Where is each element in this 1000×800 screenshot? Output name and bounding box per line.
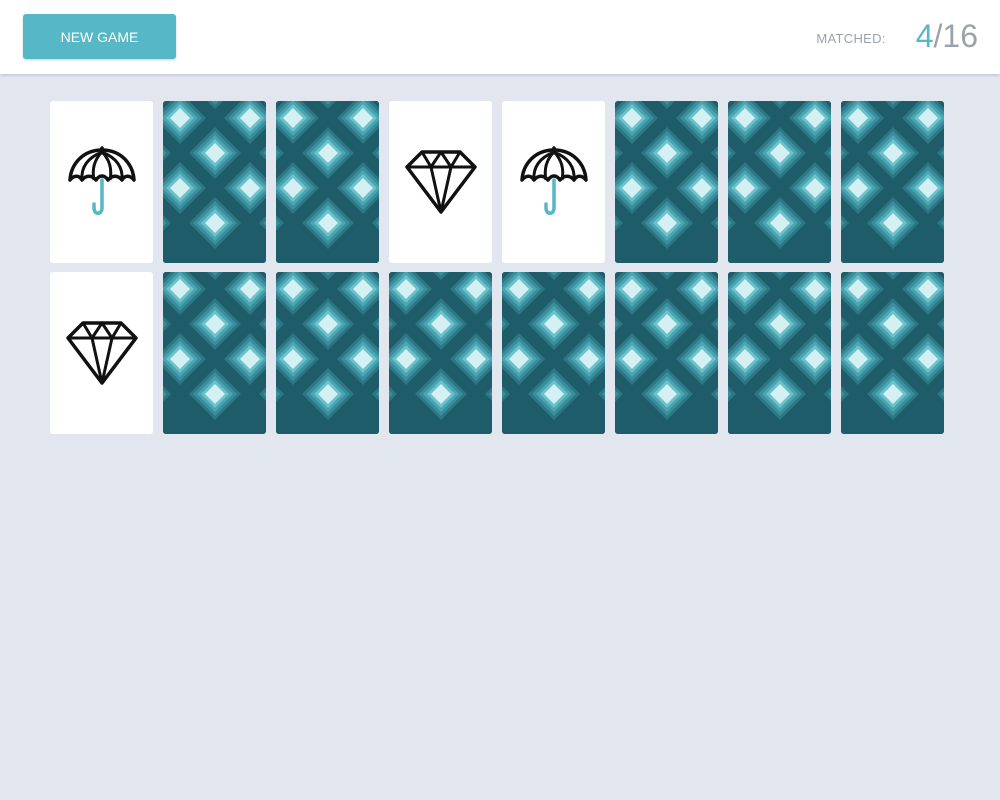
new-game-button[interactable]: New Game xyxy=(23,14,176,59)
card-face-down[interactable] xyxy=(728,272,831,434)
card-face-down[interactable] xyxy=(841,272,944,434)
card-back-pattern xyxy=(841,272,944,434)
header-bar: New Game Matched: 4/16 xyxy=(0,0,1000,74)
card-face-down[interactable] xyxy=(728,101,831,263)
card-face-down[interactable] xyxy=(841,101,944,263)
total-count: 16 xyxy=(942,18,978,54)
card-back-pattern xyxy=(841,101,944,263)
card-face-down[interactable] xyxy=(389,272,492,434)
diamond-icon xyxy=(65,321,138,385)
card-face-down[interactable] xyxy=(163,272,266,434)
card-face-up[interactable] xyxy=(50,101,153,263)
card-back-pattern xyxy=(389,272,492,434)
card-back-pattern xyxy=(502,272,605,434)
match-score: Matched: 4/16 xyxy=(816,16,978,56)
matched-value: 4/16 xyxy=(916,16,978,56)
card-face-up[interactable] xyxy=(389,101,492,263)
card-back-pattern xyxy=(276,101,379,263)
card-back-pattern xyxy=(728,101,831,263)
card-back-pattern xyxy=(163,101,266,263)
card-face-down[interactable] xyxy=(502,272,605,434)
umbrella-icon xyxy=(67,146,136,215)
matched-count: 4 xyxy=(915,18,934,54)
card-back-pattern xyxy=(276,272,379,434)
card-back-pattern xyxy=(615,101,718,263)
card-face-down[interactable] xyxy=(276,101,379,263)
card-back-pattern xyxy=(615,272,718,434)
card-back-pattern xyxy=(728,272,831,434)
card-face-down[interactable] xyxy=(163,101,266,263)
card-face-up[interactable] xyxy=(502,101,605,263)
card-face-down[interactable] xyxy=(615,272,718,434)
card-face-down[interactable] xyxy=(276,272,379,434)
card-face-up[interactable] xyxy=(50,272,153,434)
card-face-down[interactable] xyxy=(615,101,718,263)
matched-label: Matched: xyxy=(816,30,886,46)
diamond-icon xyxy=(404,150,477,214)
card-back-pattern xyxy=(163,272,266,434)
umbrella-icon xyxy=(519,146,588,215)
